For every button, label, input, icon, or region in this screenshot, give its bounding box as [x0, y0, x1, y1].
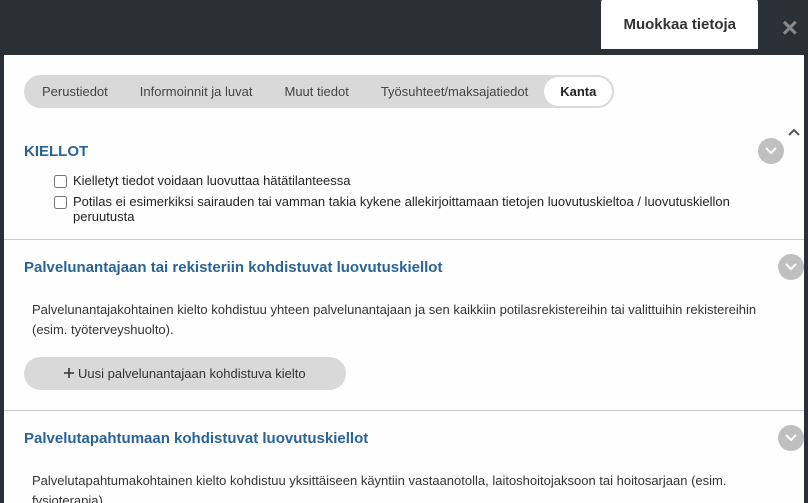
chevron-down-icon [785, 263, 797, 271]
chevron-down-icon [765, 147, 777, 155]
chevron-down-icon [785, 434, 797, 442]
scroll-up-indicator[interactable] [788, 123, 800, 139]
close-icon[interactable]: × [782, 12, 798, 44]
tab-perustiedot[interactable]: Perustiedot [26, 77, 124, 106]
section-title-provider: Palvelunantajaan tai rekisteriin kohdist… [24, 259, 442, 276]
add-provider-prohibition-button[interactable]: Uusi palvelunantajaan kohdistuva kielto [24, 357, 346, 390]
add-provider-label: Uusi palvelunantajaan kohdistuva kielto [78, 366, 306, 381]
divider [4, 239, 804, 240]
collapse-toggle-provider[interactable] [778, 254, 804, 280]
checkbox-row-unable-sign: Potilas ei esimerkiksi sairauden tai vam… [24, 191, 784, 227]
tab-kanta[interactable]: Kanta [544, 77, 612, 106]
event-description: Palvelutapahtumakohtainen kielto kohdist… [24, 457, 804, 503]
checkbox-unable-sign-label: Potilas ei esimerkiksi sairauden tai vam… [73, 194, 784, 224]
checkbox-emergency[interactable] [54, 175, 67, 188]
provider-description: Palvelunantajakohtainen kielto kohdistuu… [24, 286, 804, 353]
section-event: Palvelutapahtumaan kohdistuvat luovutusk… [24, 419, 804, 503]
tab-muut-tiedot[interactable]: Muut tiedot [269, 77, 365, 106]
section-kiellot: KIELLOT Kielletyt tiedot voidaan luovutt… [24, 132, 784, 227]
tab-tyosuhteet[interactable]: Työsuhteet/maksajatiedot [365, 77, 544, 106]
divider [4, 410, 804, 411]
content-area: Perustiedot Informoinnit ja luvat Muut t… [4, 55, 804, 503]
checkbox-row-emergency: Kielletyt tiedot voidaan luovuttaa hätät… [24, 170, 784, 191]
plus-icon [64, 366, 74, 381]
tab-informoinnit[interactable]: Informoinnit ja luvat [124, 77, 269, 106]
tab-bar: Perustiedot Informoinnit ja luvat Muut t… [24, 75, 614, 108]
section-title-event: Palvelutapahtumaan kohdistuvat luovutusk… [24, 430, 368, 447]
section-header-kiellot: KIELLOT [24, 132, 784, 170]
modal-title: Muokkaa tietoja [601, 0, 758, 49]
section-title-kiellot: KIELLOT [24, 143, 88, 160]
section-header-provider: Palvelunantajaan tai rekisteriin kohdist… [24, 248, 804, 286]
section-header-event: Palvelutapahtumaan kohdistuvat luovutusk… [24, 419, 804, 457]
section-provider: Palvelunantajaan tai rekisteriin kohdist… [24, 248, 804, 404]
checkbox-emergency-label: Kielletyt tiedot voidaan luovuttaa hätät… [73, 173, 351, 188]
collapse-toggle-event[interactable] [778, 425, 804, 451]
top-bar: Muokkaa tietoja × [0, 0, 808, 55]
checkbox-unable-sign[interactable] [54, 196, 67, 209]
collapse-toggle-kiellot[interactable] [758, 138, 784, 164]
